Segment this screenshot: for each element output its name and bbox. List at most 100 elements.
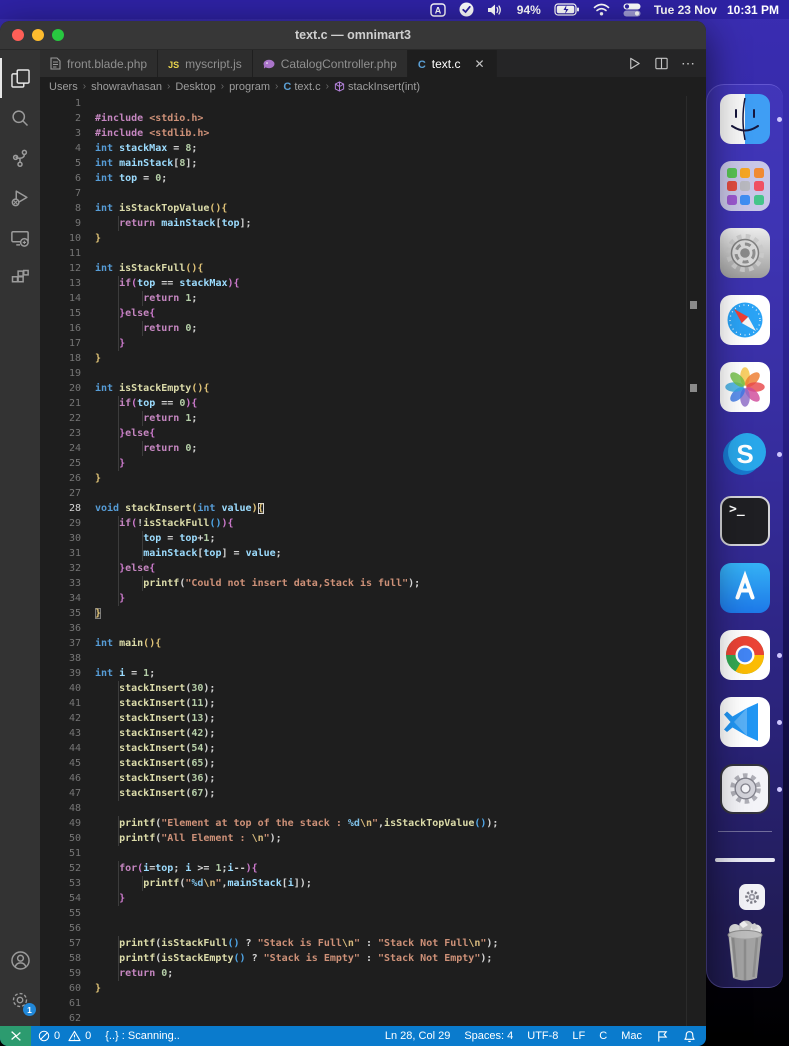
code-line[interactable]: 62 (40, 1011, 706, 1026)
host-indicator[interactable]: Mac (614, 1030, 649, 1042)
line-number[interactable]: 41 (40, 696, 95, 711)
code-line[interactable]: 14 return 1; (40, 291, 706, 306)
gear-window-icon[interactable] (739, 884, 765, 910)
dock-item-launchpad[interactable] (720, 161, 770, 211)
line-number[interactable]: 6 (40, 171, 95, 186)
breadcrumb-item[interactable]: Desktop (175, 81, 215, 93)
line-number[interactable]: 61 (40, 996, 95, 1011)
breadcrumb-item[interactable]: stackInsert(int) (334, 81, 420, 93)
line-number[interactable]: 16 (40, 321, 95, 336)
dock-item-safari[interactable] (720, 295, 770, 345)
problems-indicator[interactable]: 0 0 (31, 1030, 98, 1042)
more-actions-button[interactable]: ⋯ (681, 55, 696, 72)
input-source-a-icon[interactable]: A (430, 3, 446, 17)
wifi-icon[interactable] (593, 3, 610, 16)
window-title-bar[interactable]: text.c — omnimart3 (0, 21, 706, 50)
code-line[interactable]: 12int isStackFull(){ (40, 261, 706, 276)
code-editor[interactable]: 12#include <stdio.h>3#include <stdlib.h>… (40, 96, 706, 1026)
code-line[interactable]: 17 } (40, 336, 706, 351)
line-number[interactable]: 53 (40, 876, 95, 891)
code-line[interactable]: 2#include <stdio.h> (40, 111, 706, 126)
line-number[interactable]: 2 (40, 111, 95, 126)
line-number[interactable]: 43 (40, 726, 95, 741)
line-number[interactable]: 38 (40, 651, 95, 666)
menu-bar-clock[interactable]: Tue 23 Nov 10:31 PM (654, 3, 779, 17)
line-number[interactable]: 20 (40, 381, 95, 396)
code-line[interactable]: 18} (40, 351, 706, 366)
line-number[interactable]: 17 (40, 336, 95, 351)
overview-ruler[interactable] (686, 96, 706, 1026)
code-line[interactable]: 7 (40, 186, 706, 201)
code-line[interactable]: 41 stackInsert(11); (40, 696, 706, 711)
code-line[interactable]: 16 return 0; (40, 321, 706, 336)
code-line[interactable]: 51 (40, 846, 706, 861)
line-number[interactable]: 21 (40, 396, 95, 411)
check-circle-icon[interactable] (459, 2, 474, 17)
line-number[interactable]: 55 (40, 906, 95, 921)
code-line[interactable]: 21 if(top == 0){ (40, 396, 706, 411)
run-debug-icon[interactable] (0, 178, 40, 218)
bell-icon[interactable] (676, 1030, 698, 1043)
dock-item-app-store[interactable] (720, 563, 770, 613)
line-number[interactable]: 18 (40, 351, 95, 366)
code-line[interactable]: 46 stackInsert(36); (40, 771, 706, 786)
code-line[interactable]: 37int main(){ (40, 636, 706, 651)
code-line[interactable]: 25 } (40, 456, 706, 471)
code-line[interactable]: 27 (40, 486, 706, 501)
account-icon[interactable] (0, 940, 40, 980)
line-number[interactable]: 48 (40, 801, 95, 816)
line-number[interactable]: 57 (40, 936, 95, 951)
code-line[interactable]: 20int isStackEmpty(){ (40, 381, 706, 396)
line-number[interactable]: 60 (40, 981, 95, 996)
code-line[interactable]: 36 (40, 621, 706, 636)
code-line[interactable]: 40 stackInsert(30); (40, 681, 706, 696)
code-line[interactable]: 39int i = 1; (40, 666, 706, 681)
code-line[interactable]: 13 if(top == stackMax){ (40, 276, 706, 291)
line-number[interactable]: 49 (40, 816, 95, 831)
code-line[interactable]: 38 (40, 651, 706, 666)
dock-item-skype[interactable]: S (720, 429, 770, 479)
code-line[interactable]: 10} (40, 231, 706, 246)
dock-item-system-preferences[interactable] (720, 228, 770, 278)
code-line[interactable]: 56 (40, 921, 706, 936)
line-number[interactable]: 56 (40, 921, 95, 936)
control-center-icon[interactable] (623, 3, 641, 17)
remote-indicator[interactable] (0, 1026, 31, 1046)
code-line[interactable]: 34 } (40, 591, 706, 606)
line-number[interactable]: 47 (40, 786, 95, 801)
line-number[interactable]: 39 (40, 666, 95, 681)
breadcrumb-item[interactable]: Ctext.c (283, 81, 320, 93)
code-line[interactable]: 54 } (40, 891, 706, 906)
line-number[interactable]: 15 (40, 306, 95, 321)
encoding[interactable]: UTF-8 (520, 1030, 565, 1042)
code-line[interactable]: 57 printf(isStackFull() ? "Stack is Full… (40, 936, 706, 951)
breadcrumb-item[interactable]: program (229, 81, 270, 93)
dock-item-photos[interactable] (720, 362, 770, 412)
line-number[interactable]: 19 (40, 366, 95, 381)
code-line[interactable]: 29 if(!isStackFull()){ (40, 516, 706, 531)
dock-item-vscode[interactable] (720, 697, 770, 747)
feedback-icon[interactable] (649, 1030, 676, 1043)
cursor-position[interactable]: Ln 28, Col 29 (378, 1030, 457, 1042)
line-number[interactable]: 37 (40, 636, 95, 651)
line-number[interactable]: 58 (40, 951, 95, 966)
volume-icon[interactable] (487, 3, 504, 17)
line-number[interactable]: 9 (40, 216, 95, 231)
code-line[interactable]: 1 (40, 96, 706, 111)
code-line[interactable]: 5int mainStack[8]; (40, 156, 706, 171)
line-number[interactable]: 52 (40, 861, 95, 876)
line-number[interactable]: 25 (40, 456, 95, 471)
tab-front.blade.php[interactable]: front.blade.php (40, 50, 158, 77)
dock-item-finder[interactable] (720, 94, 770, 144)
scanning-status[interactable]: {..} : Scanning.. (98, 1030, 187, 1042)
line-number[interactable]: 50 (40, 831, 95, 846)
breadcrumb-item[interactable]: showravhasan (91, 81, 162, 93)
dock-item-gear-utility[interactable] (720, 764, 770, 814)
line-number[interactable]: 51 (40, 846, 95, 861)
line-number[interactable]: 34 (40, 591, 95, 606)
line-number[interactable]: 62 (40, 1011, 95, 1026)
code-line[interactable]: 6int top = 0; (40, 171, 706, 186)
code-line[interactable]: 60} (40, 981, 706, 996)
settings-gear-icon[interactable]: 1 (0, 980, 40, 1020)
line-number[interactable]: 36 (40, 621, 95, 636)
